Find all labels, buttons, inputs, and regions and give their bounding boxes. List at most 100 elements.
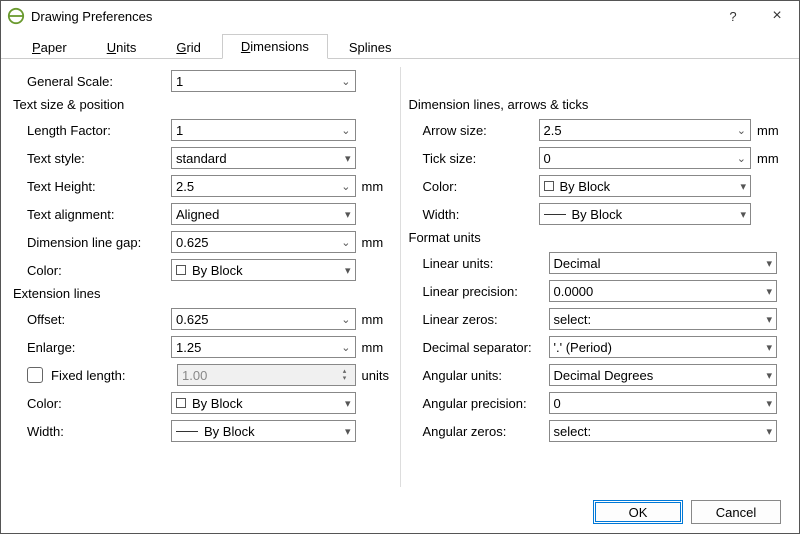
combo-offset[interactable]: 0.625⌄ (171, 308, 356, 330)
tab-bar: Paper Units Grid Dimensions Splines (1, 31, 799, 59)
combo-lin-units[interactable]: Decimal▾ (549, 252, 778, 274)
dropdown-arrow-icon: ▾ (760, 285, 772, 298)
dialog-window: Drawing Preferences ? × Paper Units Grid… (0, 0, 800, 534)
color-swatch-icon (544, 181, 554, 191)
heading-text-size: Text size & position (13, 97, 392, 112)
heading-dim-lines: Dimension lines, arrows & ticks (409, 97, 788, 112)
right-column: Dimension lines, arrows & ticks Arrow si… (401, 67, 788, 487)
combo-ang-units[interactable]: Decimal Degrees▾ (549, 364, 778, 386)
combo-tick-size[interactable]: 0⌄ (539, 147, 752, 169)
heading-format-units: Format units (409, 230, 788, 245)
combo-ext-color[interactable]: By Block▾ (171, 392, 356, 414)
heading-extension-lines: Extension lines (13, 286, 392, 301)
close-button[interactable]: × (755, 1, 799, 31)
chevron-down-icon: ⌄ (339, 236, 351, 249)
unit-mm: mm (356, 179, 392, 194)
combo-enlarge[interactable]: 1.25⌄ (171, 336, 356, 358)
label-dec-sep: Decimal separator: (409, 340, 549, 355)
chevron-down-icon: ⌄ (339, 75, 351, 88)
label-arrow: Arrow size: (409, 123, 539, 138)
dropdown-arrow-icon: ▾ (760, 341, 772, 354)
line-swatch-icon (544, 214, 566, 215)
combo-text-style[interactable]: standard▾ (171, 147, 356, 169)
label-tick: Tick size: (409, 151, 539, 166)
dropdown-arrow-icon: ▾ (339, 208, 351, 221)
tab-splines[interactable]: Splines (330, 35, 411, 59)
dropdown-arrow-icon: ▾ (339, 152, 351, 165)
combo-ext-width[interactable]: By Block▾ (171, 420, 356, 442)
unit-mm: mm (751, 123, 787, 138)
combo-ang-prec[interactable]: 0▾ (549, 392, 778, 414)
combo-lin-prec[interactable]: 0.0000▾ (549, 280, 778, 302)
color-swatch-icon (176, 398, 186, 408)
dropdown-arrow-icon: ▾ (760, 425, 772, 438)
chevron-down-icon: ⌄ (734, 152, 746, 165)
content-pane: General Scale: 1⌄ Text size & position L… (1, 59, 799, 491)
combo-dim-color[interactable]: By Block▾ (539, 175, 752, 197)
dropdown-arrow-icon: ▾ (339, 264, 351, 277)
combo-arrow-size[interactable]: 2.5⌄ (539, 119, 752, 141)
line-swatch-icon (176, 431, 198, 432)
ok-button[interactable]: OK (593, 500, 683, 524)
label-enlarge: Enlarge: (13, 340, 171, 355)
tab-paper[interactable]: Paper (13, 35, 86, 59)
label-text-height: Text Height: (13, 179, 171, 194)
unit-mm: mm (356, 312, 392, 327)
chevron-down-icon: ⌄ (339, 180, 351, 193)
unit-mm: mm (356, 340, 392, 355)
label-dim-gap: Dimension line gap: (13, 235, 171, 250)
dropdown-arrow-icon: ▾ (734, 180, 746, 193)
combo-general-scale[interactable]: 1⌄ (171, 70, 356, 92)
label-general-scale: General Scale: (13, 74, 171, 89)
combo-text-alignment[interactable]: Aligned▾ (171, 203, 356, 225)
unit-units: units (356, 368, 392, 383)
dropdown-arrow-icon: ▾ (760, 369, 772, 382)
label-ang-prec: Angular precision: (409, 396, 549, 411)
row-general-scale: General Scale: 1⌄ (13, 67, 392, 95)
dialog-footer: OK Cancel (1, 491, 799, 533)
label-fixed-length: Fixed length: (49, 368, 177, 383)
combo-dim-width[interactable]: By Block▾ (539, 203, 752, 225)
label-text-color: Color: (13, 263, 171, 278)
tab-grid[interactable]: Grid (157, 35, 220, 59)
checkbox-fixed-length[interactable] (27, 367, 43, 383)
label-ext-width: Width: (13, 424, 171, 439)
app-icon (7, 7, 25, 25)
left-column: General Scale: 1⌄ Text size & position L… (13, 67, 401, 487)
help-button[interactable]: ? (711, 1, 755, 31)
combo-dim-gap[interactable]: 0.625⌄ (171, 231, 356, 253)
combo-length-factor[interactable]: 1⌄ (171, 119, 356, 141)
chevron-down-icon: ⌄ (339, 341, 351, 354)
tab-dimensions[interactable]: Dimensions (222, 34, 328, 59)
titlebar: Drawing Preferences ? × (1, 1, 799, 31)
window-title: Drawing Preferences (31, 9, 711, 24)
unit-mm: mm (751, 151, 787, 166)
label-dim-width: Width: (409, 207, 539, 222)
label-length-factor: Length Factor: (13, 123, 171, 138)
chevron-down-icon: ⌄ (339, 313, 351, 326)
label-dim-color: Color: (409, 179, 539, 194)
label-offset: Offset: (13, 312, 171, 327)
label-text-alignment: Text alignment: (13, 207, 171, 222)
tab-units[interactable]: Units (88, 35, 156, 59)
dropdown-arrow-icon: ▾ (760, 257, 772, 270)
cancel-button[interactable]: Cancel (691, 500, 781, 524)
spinner-fixed-length[interactable]: 1.00▴▾ (177, 364, 356, 386)
dropdown-arrow-icon: ▾ (339, 425, 351, 438)
label-lin-prec: Linear precision: (409, 284, 549, 299)
chevron-down-icon: ⌄ (339, 124, 351, 137)
unit-mm: mm (356, 235, 392, 250)
combo-lin-zeros[interactable]: select:▾ (549, 308, 778, 330)
label-lin-zeros: Linear zeros: (409, 312, 549, 327)
combo-text-color[interactable]: By Block▾ (171, 259, 356, 281)
combo-ang-zeros[interactable]: select:▾ (549, 420, 778, 442)
color-swatch-icon (176, 265, 186, 275)
label-lin-units: Linear units: (409, 256, 549, 271)
label-ang-zeros: Angular zeros: (409, 424, 549, 439)
spinner-icon: ▴▾ (339, 368, 351, 382)
label-text-style: Text style: (13, 151, 171, 166)
combo-text-height[interactable]: 2.5⌄ (171, 175, 356, 197)
dropdown-arrow-icon: ▾ (734, 208, 746, 221)
dropdown-arrow-icon: ▾ (760, 313, 772, 326)
combo-dec-sep[interactable]: '.' (Period)▾ (549, 336, 778, 358)
